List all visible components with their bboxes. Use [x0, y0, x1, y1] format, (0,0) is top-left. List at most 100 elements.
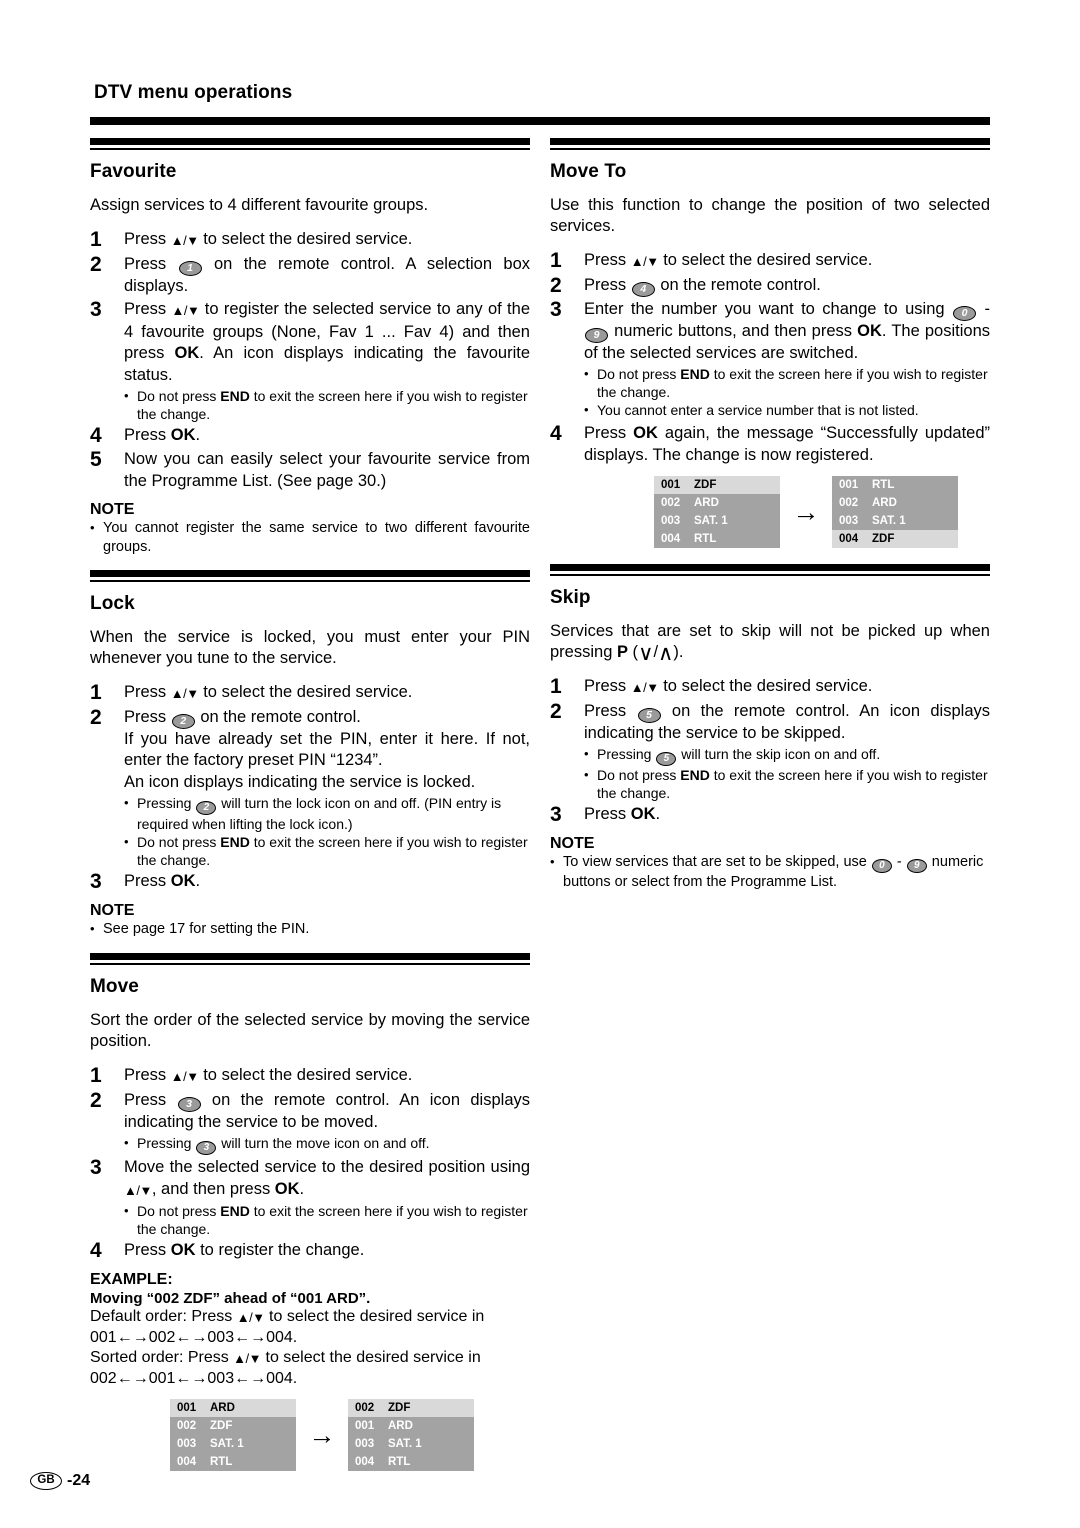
channel-number: 003	[661, 515, 681, 527]
step-number: 3	[90, 870, 102, 893]
remote-button-0-icon: 0	[871, 859, 892, 873]
channel-number: 002	[839, 497, 859, 509]
table-row: 003 SAT. 1	[832, 512, 958, 530]
example-label: EXAMPLE:	[90, 1271, 173, 1288]
channel-number: 004	[661, 533, 681, 545]
step-item: 2 Press 4 on the remote control.	[550, 274, 990, 297]
section-rule	[90, 953, 530, 965]
table-row: 001 ARD	[348, 1417, 474, 1435]
step-number: 2	[90, 1088, 102, 1112]
move-example-tables: 001 ARD 002 ZDF 003 SAT. 1 004 RTL → 002 ZDF …	[90, 1399, 530, 1471]
bullet-text: Do not press END to exit the screen here…	[597, 767, 988, 801]
bullet-item: • Do not press END to exit the screen her…	[584, 766, 990, 802]
arrow-right-icon: →	[792, 496, 820, 527]
step-bullets: • Pressing 5 will turn the skip icon on a…	[584, 745, 990, 802]
step-item: 3 Press OK.	[550, 804, 990, 826]
example-line: 002←→001←→003←→004.	[90, 1370, 298, 1387]
channel-name: ARD	[388, 1420, 413, 1432]
table-row: 004 RTL	[348, 1453, 474, 1471]
table-row: 001 RTL	[832, 476, 958, 494]
step-item: 1 Press ▲/▼ to select the desired servic…	[550, 676, 990, 699]
channel-name: ZDF	[388, 1402, 411, 1414]
section-rule	[90, 570, 530, 582]
channel-down-icon: ∨	[638, 642, 654, 665]
header-rule	[90, 117, 990, 125]
step-text: Press ▲/▼ to select the desired service.	[124, 682, 530, 705]
up-down-arrow-icon: ▲/▼	[630, 254, 659, 269]
page-footer: GB -24	[30, 1472, 90, 1490]
arrow-right-icon: →	[308, 1419, 336, 1450]
channel-name: RTL	[388, 1456, 411, 1468]
step-item: 4 Press OK to register the change.	[90, 1240, 530, 1262]
step-bullets: • Pressing 3 will turn the move icon on a…	[124, 1134, 530, 1155]
step-number: 3	[550, 803, 562, 826]
channel-number: 001	[839, 479, 859, 491]
note-label: NOTE	[90, 501, 135, 518]
page-number: -24	[67, 1472, 91, 1489]
step-item: 2 Press 5 on the remote control. An icon…	[550, 700, 990, 803]
bullet-item: • Do not press END to exit the screen her…	[124, 1202, 530, 1238]
step-text: Press ▲/▼ to select the desired service.	[584, 676, 990, 699]
bullet-dot-icon: •	[124, 834, 129, 849]
end-label: END	[680, 767, 710, 783]
up-down-arrow-icon: ▲/▼	[170, 686, 199, 701]
step-text: Move the selected service to the desired…	[124, 1158, 530, 1238]
step-number: 1	[550, 249, 562, 272]
step-text: Press 2 on the remote control. If you ha…	[124, 707, 530, 869]
section-heading-move-to: Move To	[550, 161, 627, 182]
skip-intro-tail: ).	[673, 643, 684, 661]
up-down-arrow-icon: ▲/▼	[630, 680, 659, 695]
ok-label: OK	[274, 1179, 300, 1198]
bullet-text: Do not press END to exit the screen here…	[137, 1203, 528, 1237]
step-item: 2 Press 3 on the remote control. An icon…	[90, 1088, 530, 1155]
step-number: 2	[90, 705, 102, 729]
table-row: 002 ZDF	[170, 1417, 296, 1435]
channel-name: ZDF	[210, 1420, 233, 1432]
bullet-dot-icon: •	[90, 520, 95, 535]
step-text: Press OK again, the message “Successfull…	[584, 424, 990, 464]
channel-table-before: 001 ARD 002 ZDF 003 SAT. 1 004 RTL	[170, 1399, 296, 1471]
remote-button-3-icon: 3	[196, 1141, 217, 1155]
table-row: 002 ARD	[654, 494, 780, 512]
bullet-text: Do not press END to exit the screen here…	[597, 366, 988, 400]
step-number: 1	[90, 228, 102, 251]
table-row: 001 ZDF	[654, 476, 780, 494]
step-text: Press OK to register the change.	[124, 1241, 365, 1259]
section-intro-lock: When the service is locked, you must ent…	[90, 628, 530, 667]
bullet-text: Pressing 5 will turn the skip icon on an…	[597, 746, 881, 766]
step-text: Press 1 on the remote control. A selecti…	[124, 254, 530, 295]
step-item: 3 Move the selected service to the desir…	[90, 1157, 530, 1238]
example-block: EXAMPLE: Moving “002 ZDF” ahead of “001 …	[90, 1271, 530, 1471]
bullet-text: You cannot enter a service number that i…	[597, 402, 919, 418]
step-item: 4 Press OK again, the message “Successfu…	[550, 423, 990, 466]
channel-name: ARD	[694, 497, 719, 509]
bullet-item: • Pressing 2 will turn the lock icon on a…	[124, 794, 530, 833]
channel-table-before: 001 ZDF 002 ARD 003 SAT. 1 004 RTL	[654, 476, 780, 548]
bullet-dot-icon: •	[584, 402, 589, 417]
table-row: 004 RTL	[654, 530, 780, 548]
channel-table-after: 002 ZDF 001 ARD 003 SAT. 1 004 RTL	[348, 1399, 474, 1471]
step-text: Enter the number you want to change to u…	[584, 299, 991, 419]
step-number: 4	[550, 422, 562, 445]
step-text: Press ▲/▼ to select the desired service.	[124, 1065, 530, 1088]
remote-button-5-icon: 5	[656, 752, 677, 766]
step-item: 3 Press ▲/▼ to register the selected ser…	[90, 299, 530, 423]
channel-name: RTL	[694, 533, 717, 545]
table-row: 003 SAT. 1	[348, 1435, 474, 1453]
channel-number: 002	[177, 1420, 197, 1432]
section-heading-favourite: Favourite	[90, 161, 177, 182]
bullet-text: Pressing 3 will turn the move icon on an…	[137, 1135, 430, 1155]
bullet-dot-icon: •	[124, 795, 129, 810]
step-item: 3 Enter the number you want to change to…	[550, 298, 991, 420]
step-text: Press 3 on the remote control. An icon d…	[124, 1090, 530, 1155]
note-block-skip: NOTE • To view services that are set to b…	[550, 835, 990, 892]
section-favourite: Favourite Assign services to 4 different…	[90, 138, 530, 557]
table-row: 004 RTL	[170, 1453, 296, 1471]
end-label: END	[680, 366, 710, 382]
channel-number: 001	[355, 1420, 375, 1432]
bullet-dot-icon: •	[124, 1135, 129, 1150]
channel-name: ZDF	[694, 479, 717, 491]
note-item: • See page 17 for setting the PIN.	[90, 920, 530, 939]
step-bullets: • Do not press END to exit the screen her…	[584, 365, 990, 419]
note-text: See page 17 for setting the PIN.	[103, 921, 310, 937]
